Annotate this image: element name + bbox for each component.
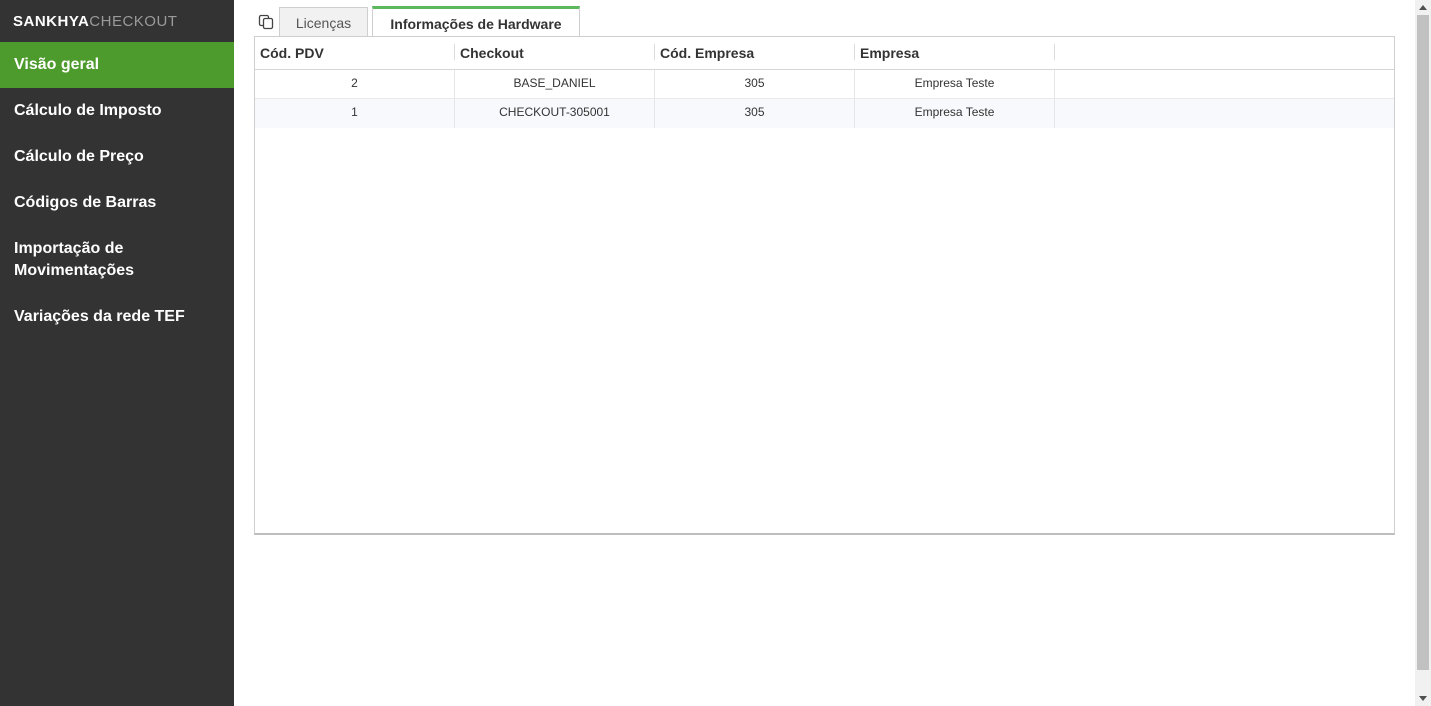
table-row[interactable]: 1 CHECKOUT-305001 305 Empresa Teste	[255, 99, 1394, 128]
app-logo: SANKHYA CHECKOUT	[0, 0, 234, 42]
column-header-checkout[interactable]: Checkout	[455, 37, 655, 69]
cell-cod-pdv: 1	[255, 99, 455, 128]
cell-empresa: Empresa Teste	[855, 70, 1055, 98]
sidebar-item-visao-geral[interactable]: Visão geral	[0, 42, 234, 88]
sidebar-nav: Visão geral Cálculo de Imposto Cálculo d…	[0, 42, 234, 340]
hardware-grid: Cód. PDV Checkout Cód. Empresa Empresa 2…	[254, 36, 1395, 535]
cell-cod-empresa: 305	[655, 70, 855, 98]
sidebar-item-calculo-preco[interactable]: Cálculo de Preço	[0, 134, 234, 180]
logo-brand: SANKHYA	[13, 12, 90, 30]
tab-bar: Licenças Informações de Hardware	[234, 6, 1415, 38]
column-header-cod-empresa[interactable]: Cód. Empresa	[655, 37, 855, 69]
cell-checkout: CHECKOUT-305001	[455, 99, 655, 128]
column-header-empresa[interactable]: Empresa	[855, 37, 1055, 69]
tab-licencas[interactable]: Licenças	[279, 7, 368, 37]
copy-icon[interactable]	[258, 14, 274, 30]
cell-empresa: Empresa Teste	[855, 99, 1055, 128]
tab-informacoes-hardware[interactable]: Informações de Hardware	[372, 6, 580, 38]
cell-cod-empresa: 305	[655, 99, 855, 128]
table-row[interactable]: 2 BASE_DANIEL 305 Empresa Teste	[255, 70, 1394, 99]
scroll-thumb[interactable]	[1417, 15, 1429, 670]
column-header-cod-pdv[interactable]: Cód. PDV	[255, 37, 455, 69]
cell-cod-pdv: 2	[255, 70, 455, 98]
scroll-up-icon[interactable]	[1419, 5, 1427, 10]
logo-product: CHECKOUT	[89, 12, 178, 30]
sidebar-item-calculo-imposto[interactable]: Cálculo de Imposto	[0, 88, 234, 134]
cell-checkout: BASE_DANIEL	[455, 70, 655, 98]
sidebar: SANKHYA CHECKOUT Visão geral Cálculo de I…	[0, 0, 234, 706]
sidebar-item-codigos-barras[interactable]: Códigos de Barras	[0, 180, 234, 226]
vertical-scrollbar[interactable]	[1415, 0, 1431, 706]
scroll-down-icon[interactable]	[1419, 696, 1427, 701]
grid-header: Cód. PDV Checkout Cód. Empresa Empresa	[255, 37, 1394, 70]
main-content: Licenças Informações de Hardware Cód. PD…	[234, 0, 1415, 706]
sidebar-item-importacao-movimentacoes[interactable]: Importação de Movimentações	[0, 226, 234, 294]
sidebar-item-variacoes-tef[interactable]: Variações da rede TEF	[0, 294, 234, 340]
